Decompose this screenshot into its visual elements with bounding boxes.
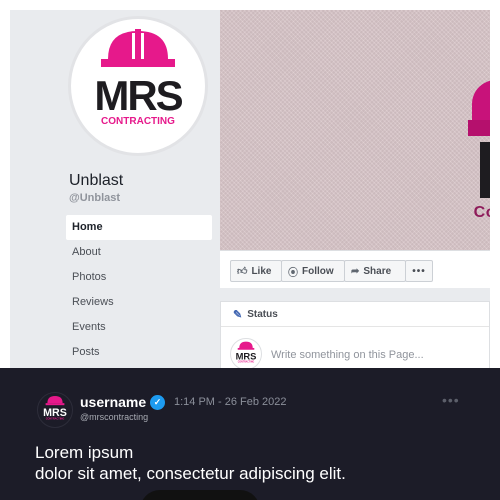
tweet-timestamp[interactable]: 1:14 PM - 26 Feb 2022 xyxy=(174,396,287,408)
verified-badge-icon: ✓ xyxy=(150,395,165,410)
thumbs-up-icon: 👍︎ xyxy=(237,266,248,277)
tweet-line-1: Lorem ipsum xyxy=(35,443,134,462)
tweet-avatar[interactable]: MRS CONTRACTING xyxy=(37,392,73,428)
share-button[interactable]: ➦ Share xyxy=(344,260,406,282)
nav-item-reviews[interactable]: Reviews xyxy=(66,290,212,315)
status-header[interactable]: ✎ Status xyxy=(221,302,489,327)
cover-logo-text: Co xyxy=(473,204,490,221)
like-label: Like xyxy=(251,265,272,277)
svg-text:CONTRACTING: CONTRACTING xyxy=(101,116,175,127)
profile-picture[interactable]: MRS CONTRACTING xyxy=(68,16,208,156)
nav-item-home[interactable]: Home xyxy=(66,215,212,240)
tweet-line-2: dolor sit amet, consectetur adipiscing e… xyxy=(35,464,346,483)
svg-text:MRS: MRS xyxy=(43,407,67,419)
status-title: Status xyxy=(247,308,278,320)
bottom-shape xyxy=(140,490,260,500)
page-handle[interactable]: @Unblast xyxy=(69,192,120,204)
profile-column: MRS CONTRACTING Unblast @Unblast Home Ab… xyxy=(10,10,220,370)
tweet-card: MRS CONTRACTING username ✓ 1:14 PM - 26 … xyxy=(0,368,500,500)
follow-button[interactable]: ⦿ Follow xyxy=(281,260,345,282)
page-action-bar: 👍︎ Like ⦿ Follow ➦ Share ••• xyxy=(220,250,490,288)
mrs-contracting-logo: MRS CONTRACTING xyxy=(94,29,185,127)
svg-text:MRS: MRS xyxy=(236,350,257,361)
svg-text:CONTRACTING: CONTRACTING xyxy=(46,418,65,421)
share-label: Share xyxy=(363,265,392,277)
nav-item-posts[interactable]: Posts xyxy=(66,340,212,365)
pencil-icon: ✎ xyxy=(233,308,243,321)
mrs-contracting-logo-tweet: MRS CONTRACTING xyxy=(43,396,67,421)
like-button[interactable]: 👍︎ Like xyxy=(230,260,282,282)
wifi-icon: ⦿ xyxy=(288,267,298,279)
page-title[interactable]: Unblast xyxy=(69,172,123,190)
more-options-button[interactable]: ••• xyxy=(405,260,433,282)
svg-text:MRS: MRS xyxy=(94,72,182,119)
share-arrow-icon: ➦ xyxy=(351,265,360,277)
follow-label: Follow xyxy=(302,265,334,277)
status-input[interactable]: Write something on this Page... xyxy=(271,349,424,361)
tweet-body: Lorem ipsum dolor sit amet, consectetur … xyxy=(35,442,346,484)
cover-photo[interactable]: Co xyxy=(220,10,490,250)
nav-item-photos[interactable]: Photos xyxy=(66,265,212,290)
tweet-handle[interactable]: @mrscontracting xyxy=(80,412,148,422)
cover-logo-hat-brim xyxy=(468,120,490,136)
mrs-contracting-logo-small: MRS CONTRACTING xyxy=(236,341,257,364)
nav-item-events[interactable]: Events xyxy=(66,315,212,340)
tweet-more-button[interactable]: ••• xyxy=(442,392,460,408)
page-nav: Home About Photos Reviews Events Posts xyxy=(66,215,212,365)
tweet-username[interactable]: username xyxy=(80,394,146,410)
composer-avatar: MRS CONTRACTING xyxy=(230,338,262,370)
nav-item-about[interactable]: About xyxy=(66,240,212,265)
cover-logo-letter xyxy=(480,142,490,198)
